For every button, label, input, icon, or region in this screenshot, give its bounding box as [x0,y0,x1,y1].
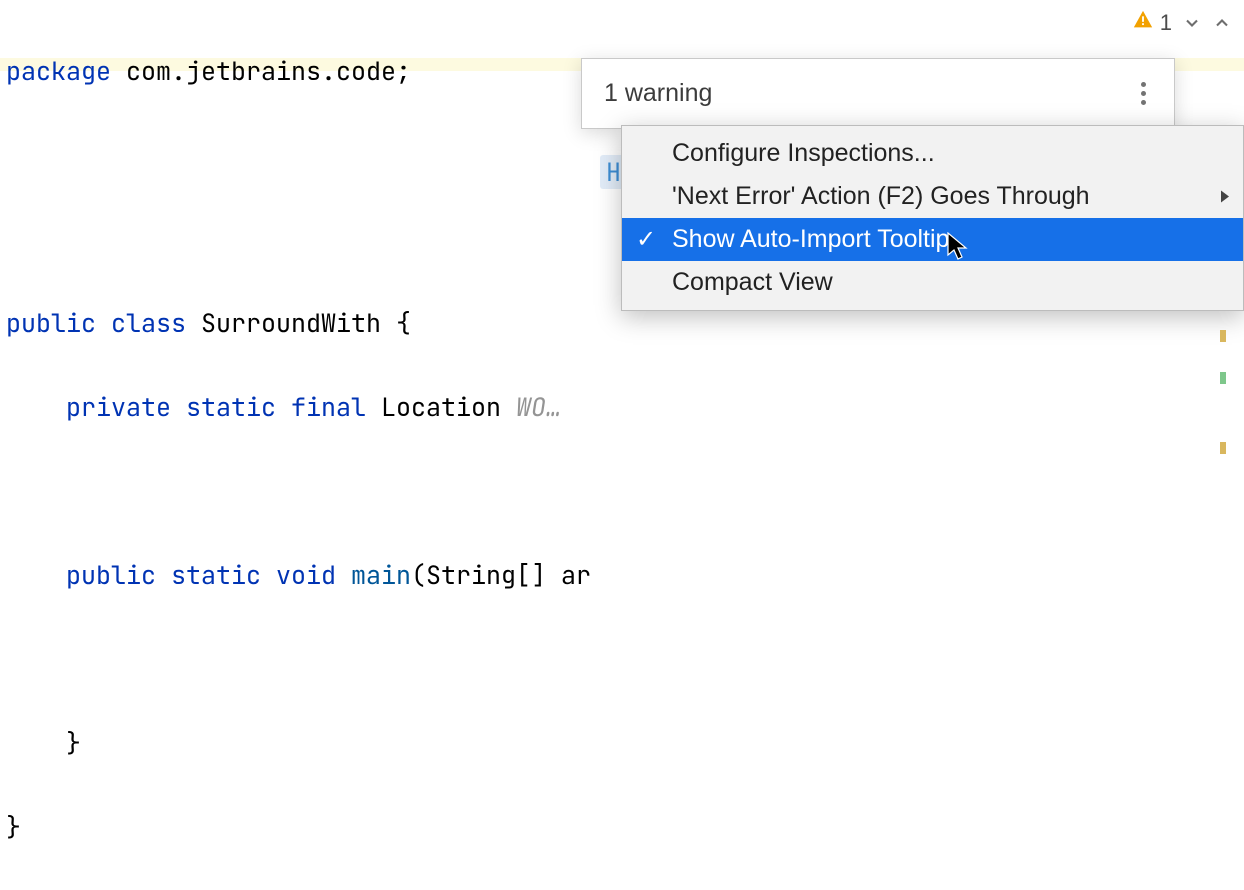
inspection-popup: 1 warning H [581,58,1175,129]
inspection-status-widget[interactable]: 1 [1132,9,1232,36]
warning-icon [1132,9,1154,36]
menu-item-2[interactable]: ✓ Show Auto-Import Tooltip [622,218,1243,261]
popup-title: 1 warning [604,79,712,108]
keyword: private static final [6,390,366,424]
menu-item-0[interactable]: Configure Inspections... [622,132,1243,175]
params: (String[] ar [411,558,591,592]
warning-stripe[interactable] [1220,330,1226,342]
ok-stripe[interactable] [1220,372,1226,384]
keyword: package [6,54,111,88]
menu-item-label: Show Auto-Import Tooltip [672,225,949,254]
class-name: SurroundWith { [186,306,411,340]
method-name: main [336,558,411,592]
brace: } [6,722,1238,764]
kebab-icon[interactable] [1135,80,1152,107]
menu-item-label: Configure Inspections... [672,139,935,168]
inspection-popup-header: 1 warning [582,59,1174,128]
package-name: com.jetbrains.code; [111,54,411,88]
inline-hint: WO… [501,390,561,424]
keyword: public class [6,306,186,340]
chevron-down-icon[interactable] [1182,13,1202,33]
menu-item-3[interactable]: Compact View [622,261,1243,304]
inspection-context-menu: Configure Inspections... 'Next Error' Act… [621,125,1244,311]
brace: } [6,806,1238,848]
warning-count: 1 [1160,10,1172,36]
menu-item-label: Compact View [672,268,833,297]
menu-item-1[interactable]: 'Next Error' Action (F2) Goes Through [622,175,1243,218]
error-stripe-gutter[interactable] [1220,330,1226,484]
keyword: public static void [6,558,336,592]
chevron-right-icon [1219,182,1231,211]
menu-item-label: 'Next Error' Action (F2) Goes Through [672,182,1090,211]
type-name: Location [366,390,501,424]
warning-stripe[interactable] [1220,442,1226,454]
check-icon: ✓ [636,225,656,254]
chevron-up-icon[interactable] [1212,13,1232,33]
